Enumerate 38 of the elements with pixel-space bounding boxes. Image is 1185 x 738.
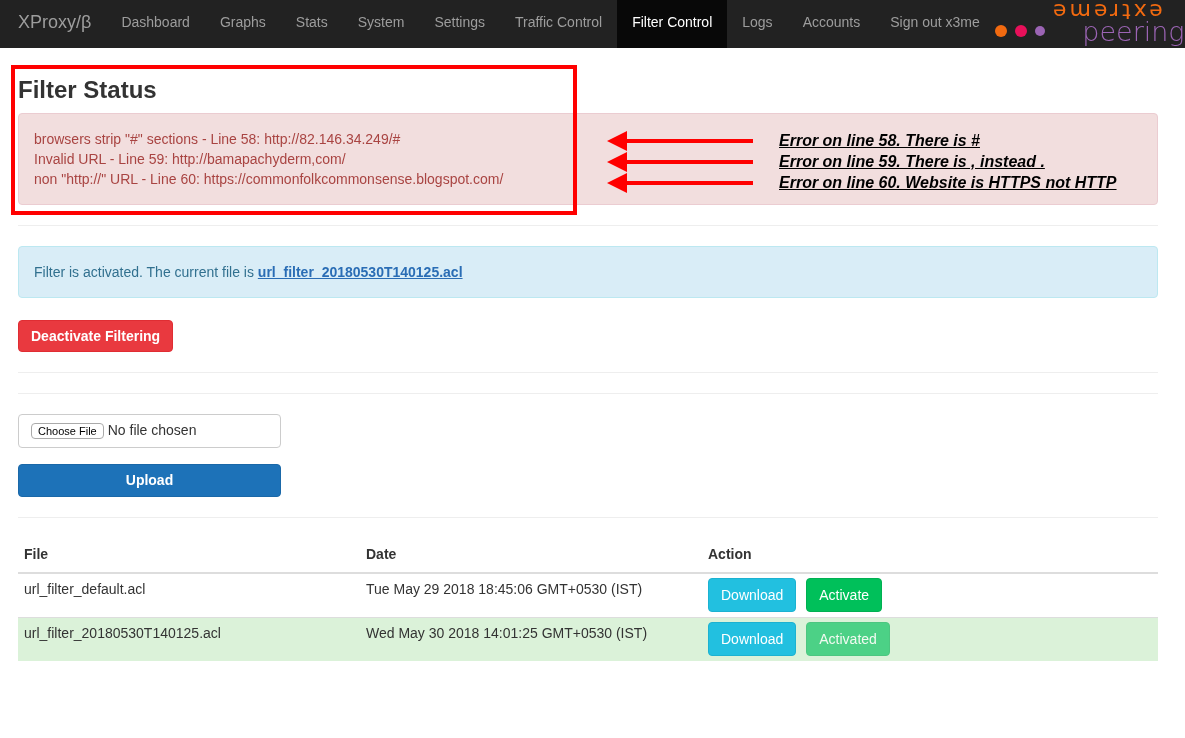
logo-text: peering — [1082, 20, 1185, 44]
upload-button[interactable]: Upload — [18, 464, 281, 497]
nav-link[interactable]: Stats — [280, 0, 343, 48]
table-cell-text: Wed May 30 2018 14:01:25 GMT+0530 (IST) — [365, 624, 649, 643]
nav-link[interactable]: Filter Control — [617, 0, 728, 48]
nav-link[interactable]: Accounts — [787, 0, 876, 48]
nav-link[interactable]: Logs — [727, 0, 788, 48]
brand-link[interactable]: XProxy/β — [3, 0, 107, 48]
page-title: Filter Status — [18, 77, 158, 103]
nav-link[interactable]: Sign out x3me — [875, 0, 995, 48]
file-link[interactable]: url_filter_20180530T140125.acl — [257, 264, 463, 280]
column-header: Date — [365, 545, 398, 564]
logo-text: extreme — [1049, 2, 1163, 20]
nav-link[interactable]: Settings — [419, 0, 500, 48]
error-message: browsers strip "#" sections - Line 58: http://82.146.34.249/# — [34, 130, 401, 149]
annotation-note: Error on line 60. Website is HTTPS not HTTP — [779, 173, 1117, 192]
nav-link[interactable]: System — [342, 0, 420, 48]
nav-link[interactable]: Dashboard — [106, 0, 205, 48]
nav-link[interactable]: Traffic Control — [500, 0, 618, 48]
table-cell-text: url_filter_20180530T140125.acl — [23, 624, 222, 643]
dots-icon — [994, 25, 1045, 37]
file-status-text: No file chosen — [107, 420, 197, 439]
left-arrow-icon — [607, 130, 753, 151]
status-message: Filter is activated. The current file is url_filter_20180530T140125.acl — [34, 263, 463, 282]
annotation-note: Error on line 58. There is # — [779, 131, 980, 150]
error-message: non "http://" URL - Line 60: https://commonfolkcommonsense.blogspot.com/ — [34, 170, 504, 189]
left-arrow-icon — [607, 151, 753, 172]
left-arrow-icon — [607, 172, 753, 193]
table-cell-text: url_filter_default.acl — [23, 580, 147, 599]
file-input-field[interactable]: Choose File No file chosen — [18, 414, 281, 448]
deactivate-button[interactable]: Deactivate Filtering — [18, 320, 174, 352]
column-header: File — [23, 545, 50, 564]
nav-link[interactable]: Graphs — [204, 0, 281, 48]
choose-file-button[interactable]: Choose File — [31, 423, 104, 439]
annotation-note: Error on line 59. There is , instead . — [779, 152, 1045, 171]
error-message: Invalid URL - Line 59: http://bamapachyderm,com/ — [34, 150, 346, 169]
table-cell-text: Tue May 29 2018 18:45:06 GMT+0530 (IST) — [365, 580, 644, 599]
column-header: Action — [707, 545, 753, 564]
